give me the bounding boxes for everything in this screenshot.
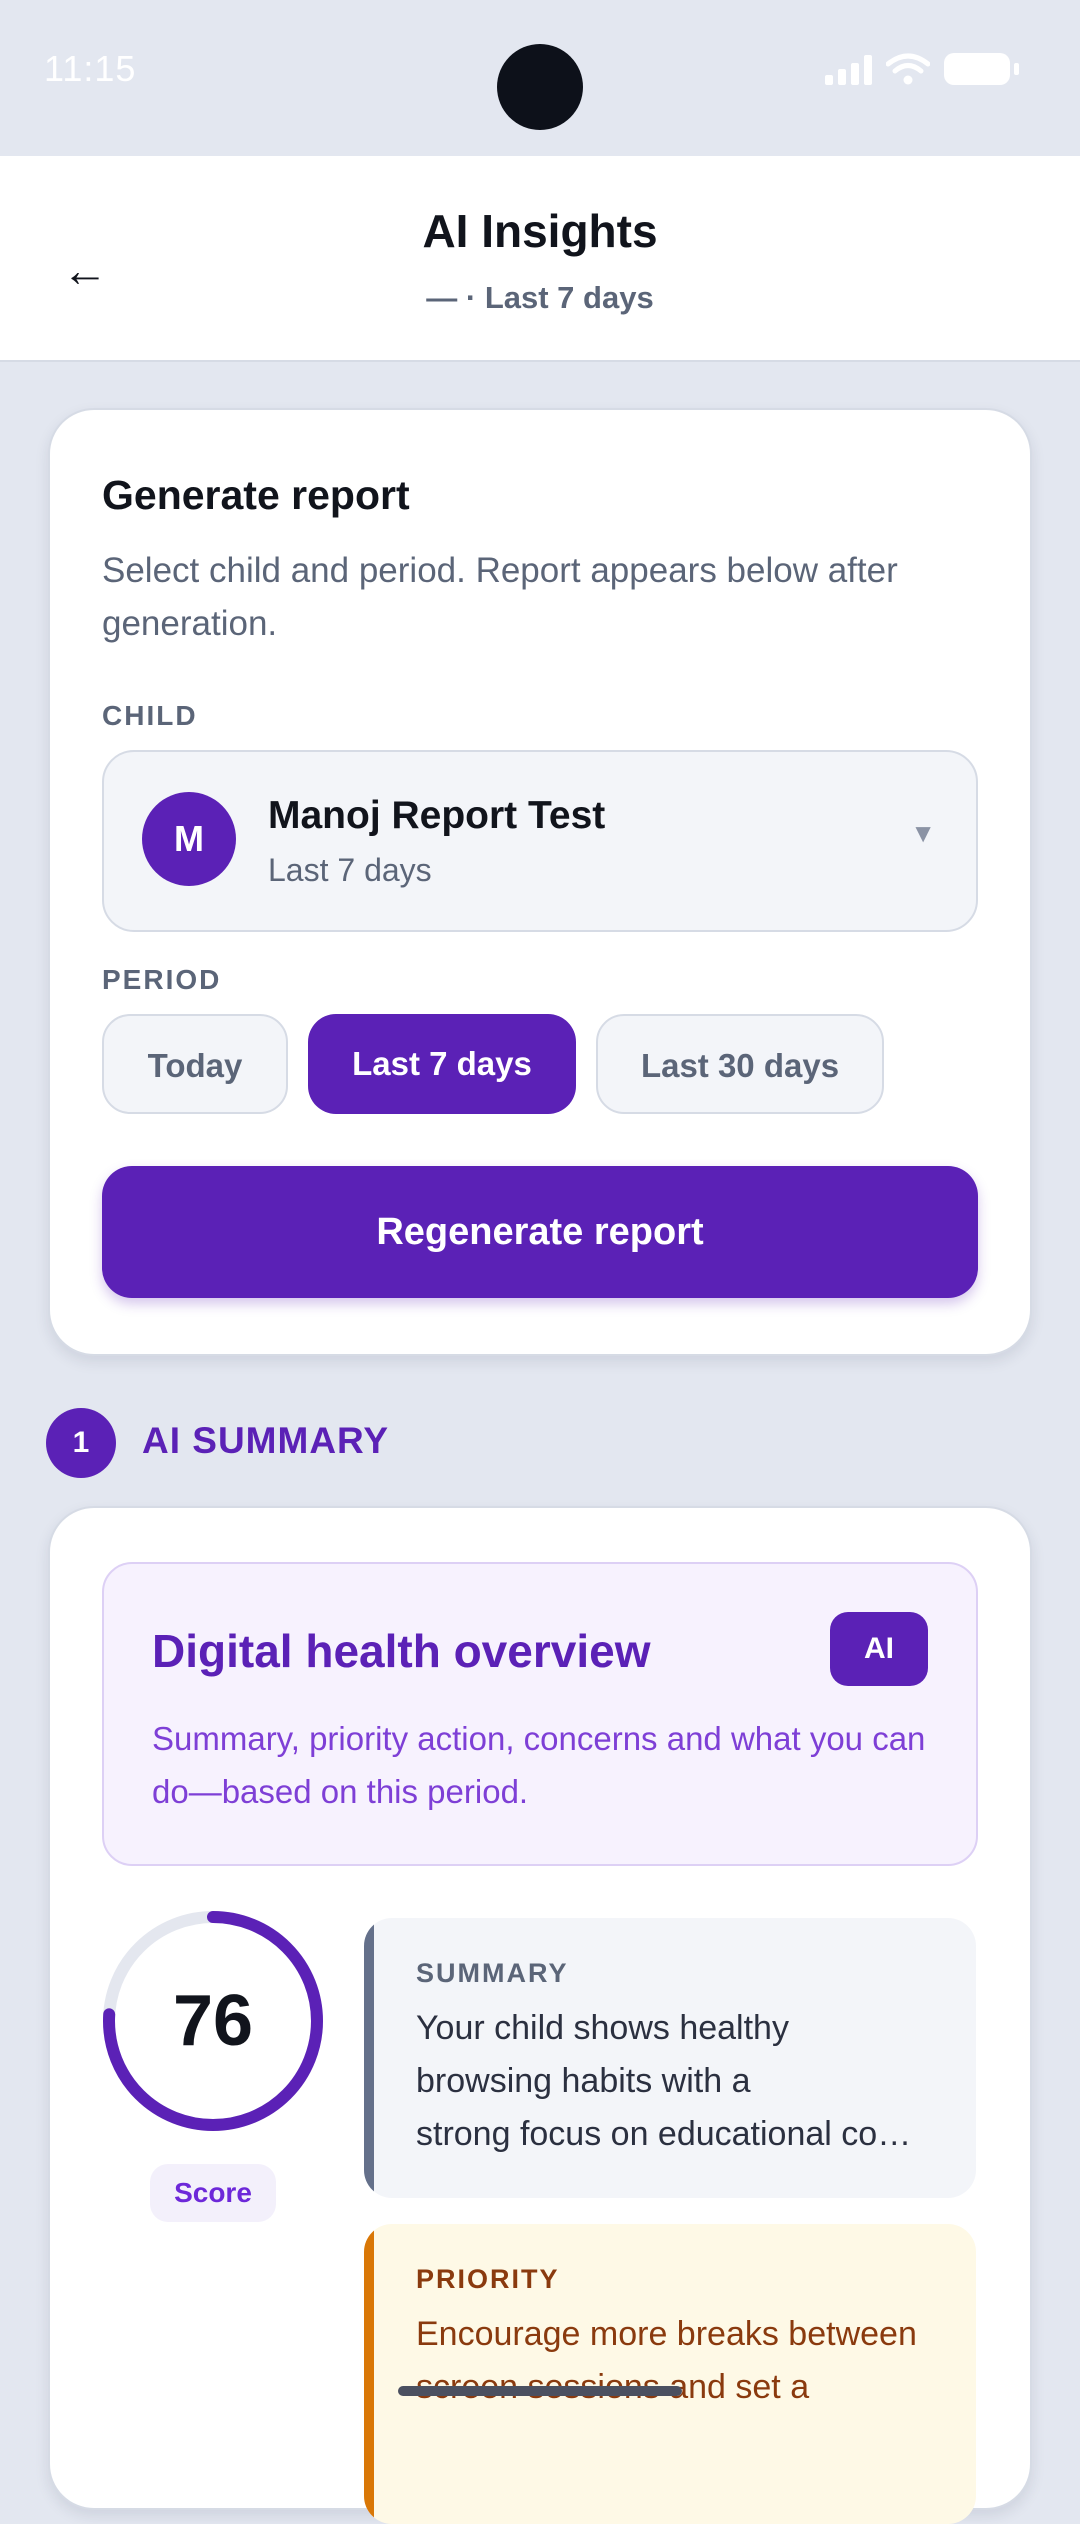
overview-title: Digital health overview xyxy=(152,1625,651,1677)
generate-report-title: Generate report xyxy=(102,472,410,518)
summary-line: Your child shows healthy xyxy=(416,2009,789,2047)
priority-insight-card: PRIORITY Encourage more breaks between s… xyxy=(364,2224,976,2524)
child-label: CHILD xyxy=(102,700,198,731)
summary-caption: SUMMARY xyxy=(416,1958,569,1988)
priority-caption: PRIORITY xyxy=(416,2264,560,2294)
summary-line: strong focus on educational co… xyxy=(416,2115,912,2153)
score-label: Score xyxy=(150,2164,276,2222)
summary-line: browsing habits with a xyxy=(416,2062,751,2100)
generate-report-description: Select child and period. Report appears … xyxy=(102,551,898,643)
summary-text: Your child shows healthy browsing habits… xyxy=(416,2002,936,2161)
child-selector[interactable]: M Manoj Report Test Last 7 days ▼ xyxy=(102,750,978,932)
signal-icon xyxy=(825,53,872,85)
status-time: 11:15 xyxy=(44,48,137,89)
child-name: Manoj Report Test xyxy=(268,794,606,837)
app-header xyxy=(0,156,1080,362)
home-indicator[interactable] xyxy=(398,2386,682,2396)
page-subtitle: — · Last 7 days xyxy=(426,280,654,315)
status-icons xyxy=(825,52,1019,86)
camera-cutout xyxy=(497,44,583,130)
section-number-badge: 1 xyxy=(46,1408,116,1478)
period-chip-last-30-days[interactable]: Last 30 days xyxy=(596,1014,884,1114)
ai-summary-card: Digital health overview AI Summary, prio… xyxy=(48,1506,1032,2524)
child-period: Last 7 days xyxy=(268,852,432,888)
ai-badge: AI xyxy=(830,1612,928,1686)
overview-banner: Digital health overview AI Summary, prio… xyxy=(102,1562,978,1866)
generate-report-card: Generate report Select child and period.… xyxy=(48,408,1032,1356)
period-label: PERIOD xyxy=(102,964,222,995)
period-chip-last-7-days[interactable]: Last 7 days xyxy=(308,1014,576,1114)
battery-icon xyxy=(944,53,1019,85)
summary-accent-bar xyxy=(364,1918,374,2198)
section-title: AI SUMMARY xyxy=(142,1420,390,1461)
score-value: 76 xyxy=(172,1981,254,2061)
priority-accent-bar xyxy=(364,2224,374,2524)
summary-insight-card: SUMMARY Your child shows healthy browsin… xyxy=(364,1918,976,2198)
regenerate-report-button[interactable]: Regenerate report xyxy=(102,1166,978,1298)
priority-text: Encourage more breaks between screen ses… xyxy=(416,2315,917,2406)
overview-description: Summary, priority action, concerns and w… xyxy=(152,1720,926,1810)
chevron-down-icon: ▼ xyxy=(910,818,936,848)
wifi-icon xyxy=(886,52,930,86)
page-title: AI Insights xyxy=(422,205,658,257)
child-avatar: M xyxy=(142,792,236,886)
status-bar: 11:15 xyxy=(0,0,1080,156)
period-chip-today[interactable]: Today xyxy=(102,1014,288,1114)
